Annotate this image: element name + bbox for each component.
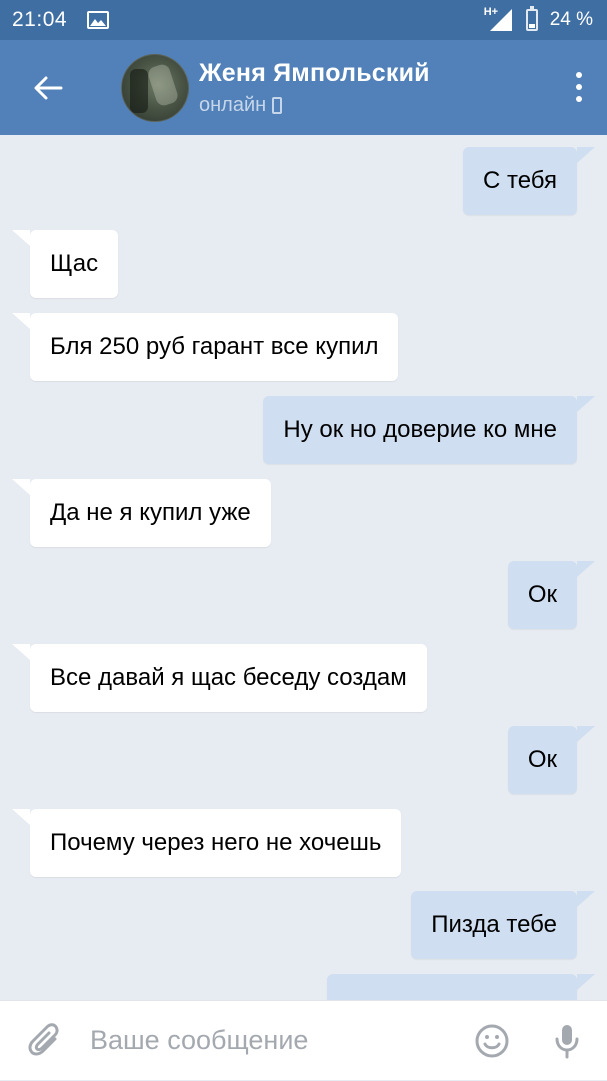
outgoing-message[interactable]: Ок: [507, 726, 596, 794]
paperclip-icon: [28, 1022, 59, 1055]
chat-header: Женя Ямпольский онлайн: [0, 40, 607, 135]
emoji-button[interactable]: [457, 1001, 527, 1081]
battery-icon: [525, 6, 538, 31]
voice-message-button[interactable]: [527, 1001, 607, 1081]
status-right: H+ 24 %: [483, 6, 593, 32]
battery-percent: 24 %: [549, 9, 593, 30]
outgoing-message[interactable]: Пизда тебе: [411, 891, 595, 959]
more-options-button[interactable]: [573, 72, 585, 102]
attach-button[interactable]: [0, 1001, 90, 1081]
signal-icon: H+: [483, 6, 514, 32]
dot-icon: [576, 84, 582, 90]
contact-status: онлайн: [199, 93, 267, 116]
network-type-label: H+: [483, 6, 499, 18]
contact-info[interactable]: Женя Ямпольский онлайн: [199, 59, 430, 117]
message-list[interactable]: С тебя Щас Бля 250 руб гарант все купил …: [0, 135, 607, 1000]
dot-icon: [576, 96, 582, 102]
mobile-phone-icon: [272, 96, 283, 114]
contact-status-line: онлайн: [199, 94, 430, 117]
smiley-icon: [475, 1024, 509, 1057]
outgoing-message[interactable]: Ну ок но доверие ко мне: [263, 396, 595, 464]
outgoing-message-partial[interactable]: [327, 974, 595, 1000]
arrow-left-icon: [34, 76, 62, 99]
back-button[interactable]: [0, 40, 95, 135]
outgoing-message[interactable]: Ок: [507, 561, 596, 629]
incoming-message[interactable]: Щас: [11, 230, 119, 298]
incoming-message[interactable]: Все давай я щас беседу создам: [12, 644, 427, 712]
battery-fill: [528, 23, 535, 28]
status-bar: 21:04 H+ 24 %: [0, 0, 607, 40]
dot-icon: [576, 72, 582, 78]
incoming-message[interactable]: Почему через него не хочешь: [11, 809, 402, 877]
contact-name: Женя Ямпольский: [199, 58, 430, 87]
message-composer: [0, 1000, 607, 1080]
incoming-message[interactable]: Да не я купил уже: [12, 479, 271, 547]
status-left: 21:04: [12, 8, 110, 32]
message-input[interactable]: [90, 1010, 457, 1071]
incoming-message[interactable]: Бля 250 руб гарант все купил: [11, 313, 399, 381]
status-time: 21:04: [12, 8, 68, 31]
microphone-icon: [555, 1024, 579, 1058]
outgoing-message[interactable]: С тебя: [462, 147, 596, 215]
gallery-notification-icon: [87, 11, 110, 29]
contact-avatar[interactable]: [121, 53, 189, 122]
